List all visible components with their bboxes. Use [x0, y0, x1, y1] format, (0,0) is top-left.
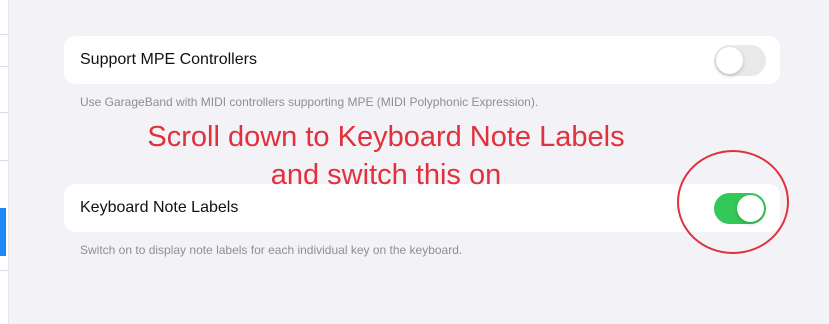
- sidebar-divider: [0, 270, 8, 271]
- keyboard-note-labels-label: Keyboard Note Labels: [80, 199, 239, 216]
- sidebar-divider: [0, 66, 8, 67]
- settings-page: Support MPE Controllers Use GarageBand w…: [0, 0, 829, 324]
- sidebar-divider: [0, 34, 8, 35]
- mpe-controllers-label: Support MPE Controllers: [80, 51, 257, 68]
- mpe-controllers-row: Support MPE Controllers: [64, 36, 780, 84]
- mpe-controllers-toggle[interactable]: [714, 45, 766, 76]
- annotation-line-1: Scroll down to Keyboard Note Labels: [147, 121, 625, 153]
- sidebar-divider: [0, 112, 8, 113]
- annotation-circle: [677, 150, 789, 254]
- sidebar-edge: [0, 0, 9, 324]
- sidebar-divider: [0, 160, 8, 161]
- keyboard-note-labels-footer: Switch on to display note labels for eac…: [80, 243, 463, 257]
- sidebar-selected-item[interactable]: [0, 208, 6, 256]
- annotation-line-2: and switch this on: [270, 159, 502, 191]
- mpe-controllers-footer: Use GarageBand with MIDI controllers sup…: [80, 95, 539, 109]
- annotation-text: Scroll down to Keyboard Note Labels and …: [96, 118, 676, 194]
- toggle-knob: [716, 47, 743, 74]
